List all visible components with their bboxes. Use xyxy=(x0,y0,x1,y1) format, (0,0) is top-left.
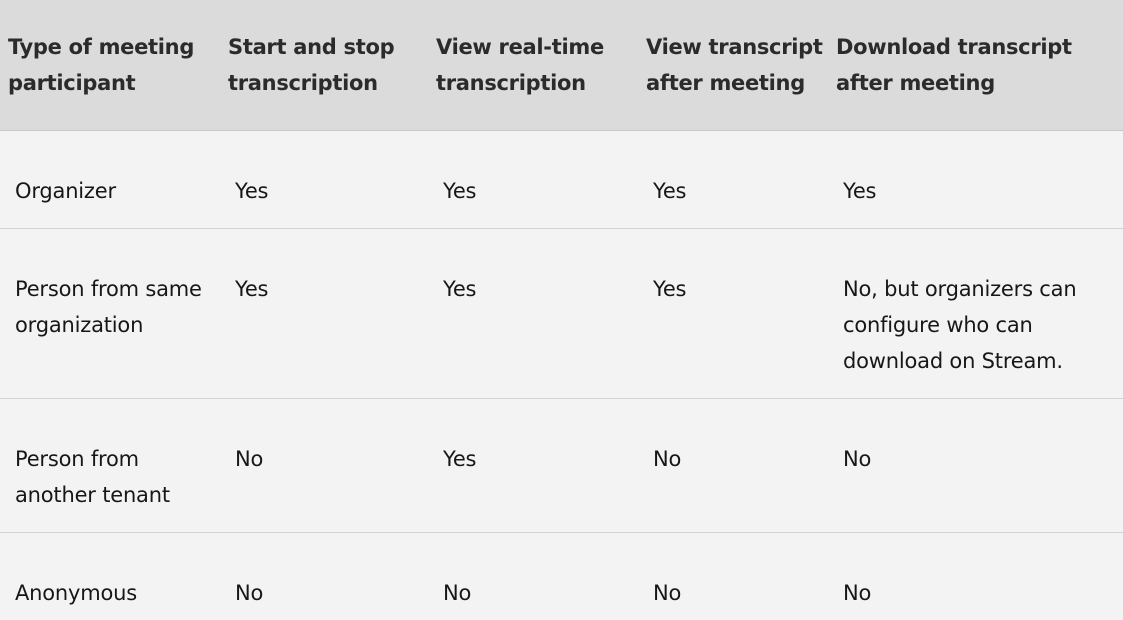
cell-download-after: No, but organizers can configure who can… xyxy=(828,229,1123,399)
cell-download-after: No xyxy=(828,533,1123,620)
header-participant-type: Type of meeting participant xyxy=(0,0,220,131)
cell-view-realtime: Yes xyxy=(428,131,638,229)
cell-start-stop: Yes xyxy=(220,229,428,399)
cell-view-realtime: Yes xyxy=(428,229,638,399)
table-header-row: Type of meeting participant Start and st… xyxy=(0,0,1123,131)
table-row: Person from same organization Yes Yes Ye… xyxy=(0,229,1123,399)
cell-participant-type: Organizer xyxy=(0,131,220,229)
cell-download-after: Yes xyxy=(828,131,1123,229)
cell-view-after: Yes xyxy=(638,131,828,229)
cell-view-after: Yes xyxy=(638,229,828,399)
cell-view-realtime: No xyxy=(428,533,638,620)
cell-participant-type: Person from same organization xyxy=(0,229,220,399)
transcription-permissions-table: Type of meeting participant Start and st… xyxy=(0,0,1123,620)
header-view-realtime: View real-time transcription xyxy=(428,0,638,131)
cell-participant-type: Person from another tenant xyxy=(0,399,220,533)
cell-start-stop: No xyxy=(220,533,428,620)
cell-participant-type: Anonymous xyxy=(0,533,220,620)
header-download-after: Download transcript after meeting xyxy=(828,0,1123,131)
table-row: Anonymous No No No No xyxy=(0,533,1123,620)
header-start-stop: Start and stop transcription xyxy=(220,0,428,131)
table-row: Person from another tenant No Yes No No xyxy=(0,399,1123,533)
cell-view-after: No xyxy=(638,399,828,533)
table-row: Organizer Yes Yes Yes Yes xyxy=(0,131,1123,229)
cell-download-after: No xyxy=(828,399,1123,533)
cell-view-realtime: Yes xyxy=(428,399,638,533)
header-view-after: View transcript after meeting xyxy=(638,0,828,131)
cell-start-stop: No xyxy=(220,399,428,533)
cell-start-stop: Yes xyxy=(220,131,428,229)
cell-view-after: No xyxy=(638,533,828,620)
